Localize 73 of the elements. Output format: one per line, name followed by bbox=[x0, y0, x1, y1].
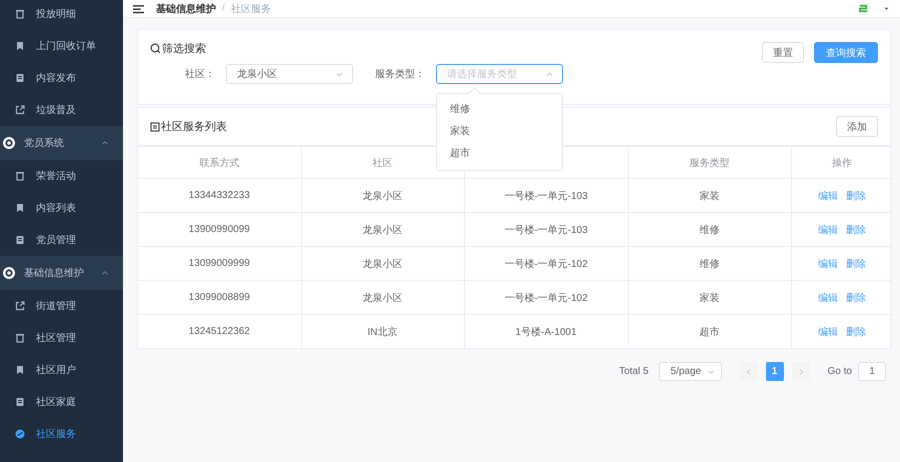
external-link-icon bbox=[15, 301, 25, 311]
sidebar-item[interactable]: 社区家庭 bbox=[0, 386, 123, 418]
sidebar-item[interactable]: 社区服务 bbox=[0, 418, 123, 450]
chevron-down-icon bbox=[706, 368, 715, 376]
page-size-select[interactable]: 5/page bbox=[658, 362, 722, 381]
table-cell: 家装 bbox=[628, 178, 791, 212]
dropdown-option[interactable]: 维修 bbox=[437, 99, 562, 121]
table-cell: 维修 bbox=[628, 212, 791, 246]
card-title: 筛选搜索 bbox=[162, 42, 206, 56]
table-cell: 龙泉小区 bbox=[301, 246, 464, 280]
search-icon bbox=[150, 42, 161, 54]
document-icon bbox=[15, 73, 25, 83]
card-title: 社区服务列表 bbox=[161, 120, 227, 134]
breadcrumb-item[interactable]: 基础信息维护 bbox=[156, 2, 216, 16]
chevron-left-icon bbox=[744, 368, 753, 376]
sidebar-item[interactable]: 社区用户 bbox=[0, 354, 123, 386]
filter-label: 服务类型： bbox=[374, 68, 426, 81]
sidebar-group[interactable]: 基础信息维护 bbox=[0, 256, 123, 290]
sidebar-item[interactable]: 投放明细 bbox=[0, 0, 123, 30]
goto-input-field[interactable]: 1 bbox=[858, 362, 886, 381]
filter-label: 社区： bbox=[184, 68, 216, 81]
next-page-button[interactable] bbox=[792, 362, 810, 381]
lifebuoy-icon bbox=[3, 267, 15, 279]
add-button[interactable]: 添加 bbox=[836, 116, 878, 137]
sidebar-item[interactable]: 垃圾普及 bbox=[0, 94, 123, 126]
table-cell: 一号楼-一单元-103 bbox=[464, 212, 628, 246]
goto-label: Go to bbox=[828, 366, 852, 377]
table-cell: 13099009999 bbox=[138, 246, 301, 280]
menu-icon bbox=[133, 3, 144, 14]
bookmark-icon bbox=[15, 365, 25, 375]
dropdown-option[interactable]: 超市 bbox=[437, 143, 562, 165]
table-cell: 一号楼-一单元-102 bbox=[464, 246, 628, 280]
document-icon bbox=[15, 397, 25, 407]
column-header: 联系方式 bbox=[138, 146, 301, 178]
table-cell: 一号楼-一单元-102 bbox=[464, 280, 628, 314]
bookmark-icon bbox=[15, 41, 25, 51]
trash-icon bbox=[15, 9, 25, 19]
circle-icon bbox=[15, 429, 25, 439]
sidebar-item[interactable]: 荣誉活动 bbox=[0, 160, 123, 192]
sidebar-item[interactable]: 街道管理 bbox=[0, 290, 123, 322]
table-cell: 家装 bbox=[628, 280, 791, 314]
table-cell: 13900990099 bbox=[138, 212, 301, 246]
table-cell: 13344332233 bbox=[138, 178, 301, 212]
trash-icon bbox=[15, 333, 25, 343]
dropdown-option[interactable]: 家装 bbox=[437, 121, 562, 143]
sidebar-item[interactable]: 内容列表 bbox=[0, 192, 123, 224]
bookmark-icon bbox=[15, 203, 25, 213]
column-header: 服务类型 bbox=[628, 146, 791, 178]
trash-icon bbox=[15, 171, 25, 181]
lifebuoy-icon bbox=[3, 137, 15, 149]
list-icon bbox=[150, 122, 160, 132]
sidebar-item[interactable]: 上门回收订单 bbox=[0, 30, 123, 62]
table-cell: 13099008899 bbox=[138, 280, 301, 314]
breadcrumb-item: 社区服务 bbox=[230, 2, 271, 16]
caret-down-icon bbox=[883, 5, 890, 12]
total-count: Total 5 bbox=[619, 366, 649, 377]
table-cell: 13245122362 bbox=[138, 314, 301, 348]
document-icon bbox=[15, 235, 25, 245]
sidebar-item[interactable]: 内容发布 bbox=[0, 62, 123, 94]
table-cell: 龙泉小区 bbox=[301, 212, 464, 246]
table-cell: 一号楼-一单元-103 bbox=[464, 178, 628, 212]
table-cell: 龙泉小区 bbox=[301, 280, 464, 314]
select-field[interactable]: 龙泉小区 bbox=[226, 64, 353, 84]
previous-page-button[interactable] bbox=[740, 362, 758, 381]
breadcrumb-separator: / bbox=[222, 3, 225, 14]
table-cell: 龙泉小区 bbox=[301, 178, 464, 212]
table-cell: 维修 bbox=[628, 246, 791, 280]
external-link-icon bbox=[15, 105, 25, 115]
column-header: 操作 bbox=[791, 146, 892, 178]
reset-button[interactable]: 重置 bbox=[762, 42, 804, 63]
sidebar-group[interactable]: 党员系统 bbox=[0, 126, 123, 160]
sidebar-item[interactable]: 党员管理 bbox=[0, 224, 123, 256]
sidebar-item[interactable]: 社区管理 bbox=[0, 322, 123, 354]
